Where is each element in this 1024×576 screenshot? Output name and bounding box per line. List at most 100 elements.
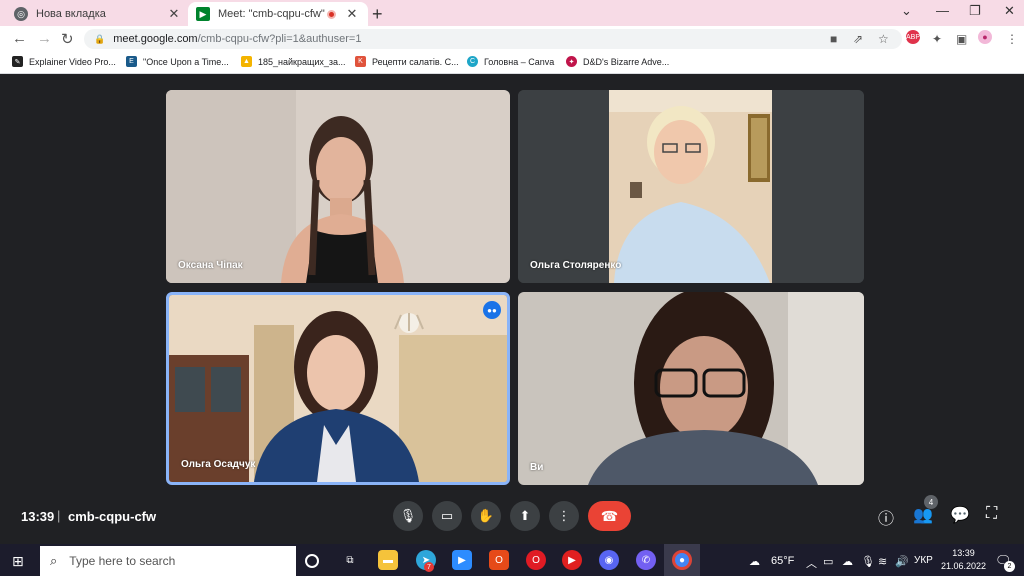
more-options-button[interactable]: ⋮ [549,501,579,531]
office-icon[interactable]: O [489,550,509,570]
chat-icon[interactable]: 💬 [950,505,970,525]
participant-tile[interactable]: Ольга Столяренко [518,90,864,283]
bookmark-item[interactable]: K Рецепти салатів. С... [355,56,459,67]
windows-start-icon[interactable]: ⊞ [12,553,24,570]
close-tab-icon[interactable]: ✕ [344,6,360,22]
profile-avatar[interactable]: ● [978,30,992,44]
adblock-icon[interactable]: ABP [906,30,920,44]
camera-button[interactable]: ▭ [432,501,462,531]
tray-chevron-icon[interactable]: ︿ [806,555,817,571]
telegram-badge: 7 [424,562,434,572]
participant-video [166,90,510,283]
forward-icon[interactable]: → [37,30,52,47]
bookmark-item[interactable]: E "Once Upon a Time... [126,56,229,67]
participant-name: Оксана Чіпак [178,260,243,271]
side-panel-icon[interactable]: ▣ [956,32,967,46]
leave-call-button[interactable]: ☎ [588,501,631,531]
reload-icon[interactable]: ↻ [61,30,74,48]
participant-video [518,90,864,283]
address-bar[interactable]: 🔒 meet.google.com/cmb-cqpu-cfw?pli=1&aut… [84,29,902,49]
camera-in-use-icon[interactable]: ■ [830,32,837,46]
meet-icon: ▶ [196,7,210,21]
youtube-music-icon[interactable]: ▶ [562,550,582,570]
bookmark-label: Головна – Canva [484,56,555,67]
viber-icon[interactable]: ✆ [636,550,656,570]
present-icon: ⬆ [519,508,531,523]
back-icon[interactable]: ← [12,30,27,47]
chrome-taskbar-icon[interactable]: ● [672,550,692,570]
bookmark-item[interactable]: C Головна – Canva [467,56,554,67]
hangup-icon: ☎ [600,507,619,524]
close-tab-icon[interactable]: ✕ [166,6,182,22]
restore-icon[interactable]: ❐ [969,3,981,19]
bookmark-item[interactable]: ✦ D&D's Bizarre Adve... [566,56,669,67]
bookmark-label: D&D's Bizarre Adve... [583,56,670,67]
bookmark-label: Рецепти салатів. С... [372,56,459,67]
network-icon[interactable]: ▭ [823,555,833,568]
volume-icon[interactable]: 🔊 [895,555,909,568]
clock-date: 21.06.2022 [941,561,987,571]
raise-hand-button[interactable]: ✋ [471,501,501,531]
bookmark-star-icon[interactable]: ☆ [878,32,889,46]
wifi-icon[interactable]: ≋ [878,555,887,568]
discord-icon[interactable]: ◉ [599,550,619,570]
participant-tile[interactable]: Ви [518,292,864,485]
new-tab-icon[interactable]: + [372,4,383,25]
tab-meet[interactable]: ▶ Meet: "cmb-cqpu-cfw" ✕ [188,2,368,26]
participant-name: Ви [530,462,544,473]
participant-tile[interactable]: Оксана Чіпак [166,90,510,283]
tab-title: Нова вкладка [36,8,106,20]
separator: | [57,508,61,523]
system-clock[interactable]: 13:39 21.06.2022 [941,547,986,573]
k-icon: K [355,56,366,67]
lock-icon[interactable]: 🔒 [94,34,105,45]
participant-video [169,295,507,482]
bookmark-label: 185_найкращих_за... [258,56,346,67]
participant-name: Ольга Осадчук [181,459,256,470]
recording-icon [327,9,336,19]
onedrive-icon[interactable]: ☁ [842,555,853,568]
meeting-code: cmb-cqpu-cfw [68,509,157,524]
participant-count-badge: 4 [924,495,938,509]
tab-strip: ◎ Нова вкладка ✕ ▶ Meet: "cmb-cqpu-cfw" … [0,0,1024,26]
minimize-icon[interactable]: — [936,3,949,18]
bookmark-item[interactable]: ▲ 185_найкращих_за... [241,56,346,67]
tab-new-tab[interactable]: ◎ Нова вкладка ✕ [6,2,190,26]
speaking-indicator-icon: ●● [483,301,501,319]
activities-icon[interactable]: ⛶ [986,505,997,523]
chrome-icon: ◎ [14,7,28,21]
file-explorer-icon[interactable]: ▬ [378,550,398,570]
taskbar-search-input[interactable]: ⌕ Type here to search [40,546,296,576]
cortana-icon[interactable] [305,554,319,568]
task-view-icon[interactable]: ⧉ [340,550,360,570]
share-icon[interactable]: ⇗ [853,32,863,46]
dnd-icon: ✦ [566,56,577,67]
camera-icon: ▭ [440,508,454,523]
bookmark-label: Explainer Video Pro... [29,56,116,67]
microphone-button[interactable]: 🎙 [393,501,423,531]
meeting-details-icon[interactable]: ⓘ [878,505,894,529]
participant-name: Ольга Столяренко [530,260,622,271]
weather-icon[interactable]: ☁ [749,555,760,568]
microphone-icon: 🎙 [399,508,417,523]
more-menu-icon[interactable]: ⋮ [1006,32,1018,46]
microphone-tray-icon[interactable]: 🎙 [861,555,875,568]
meeting-time: 13:39 [21,509,55,524]
weather-temperature[interactable]: 65°F [771,555,794,567]
canva-icon: C [467,56,478,67]
drive-icon: ▲ [241,56,252,67]
extensions-icon[interactable]: ✦ [932,32,942,46]
tab-search-icon[interactable]: ⌄ [901,3,912,19]
language-indicator[interactable]: УКР [914,555,933,566]
clock-time: 13:39 [952,548,975,558]
close-window-icon[interactable]: ✕ [1004,3,1015,19]
participant-tile[interactable]: ●● Ольга Осадчук [166,292,510,485]
opera-icon[interactable]: O [526,550,546,570]
tab-title: Meet: "cmb-cqpu-cfw" [218,8,325,20]
bookmark-item[interactable]: ✎ Explainer Video Pro... [12,56,116,67]
zoom-icon[interactable]: ▶ [452,550,472,570]
url-host: meet.google.com [113,33,198,45]
search-placeholder: Type here to search [69,554,176,568]
more-vertical-icon: ⋮ [557,508,571,523]
present-screen-button[interactable]: ⬆ [510,501,540,531]
